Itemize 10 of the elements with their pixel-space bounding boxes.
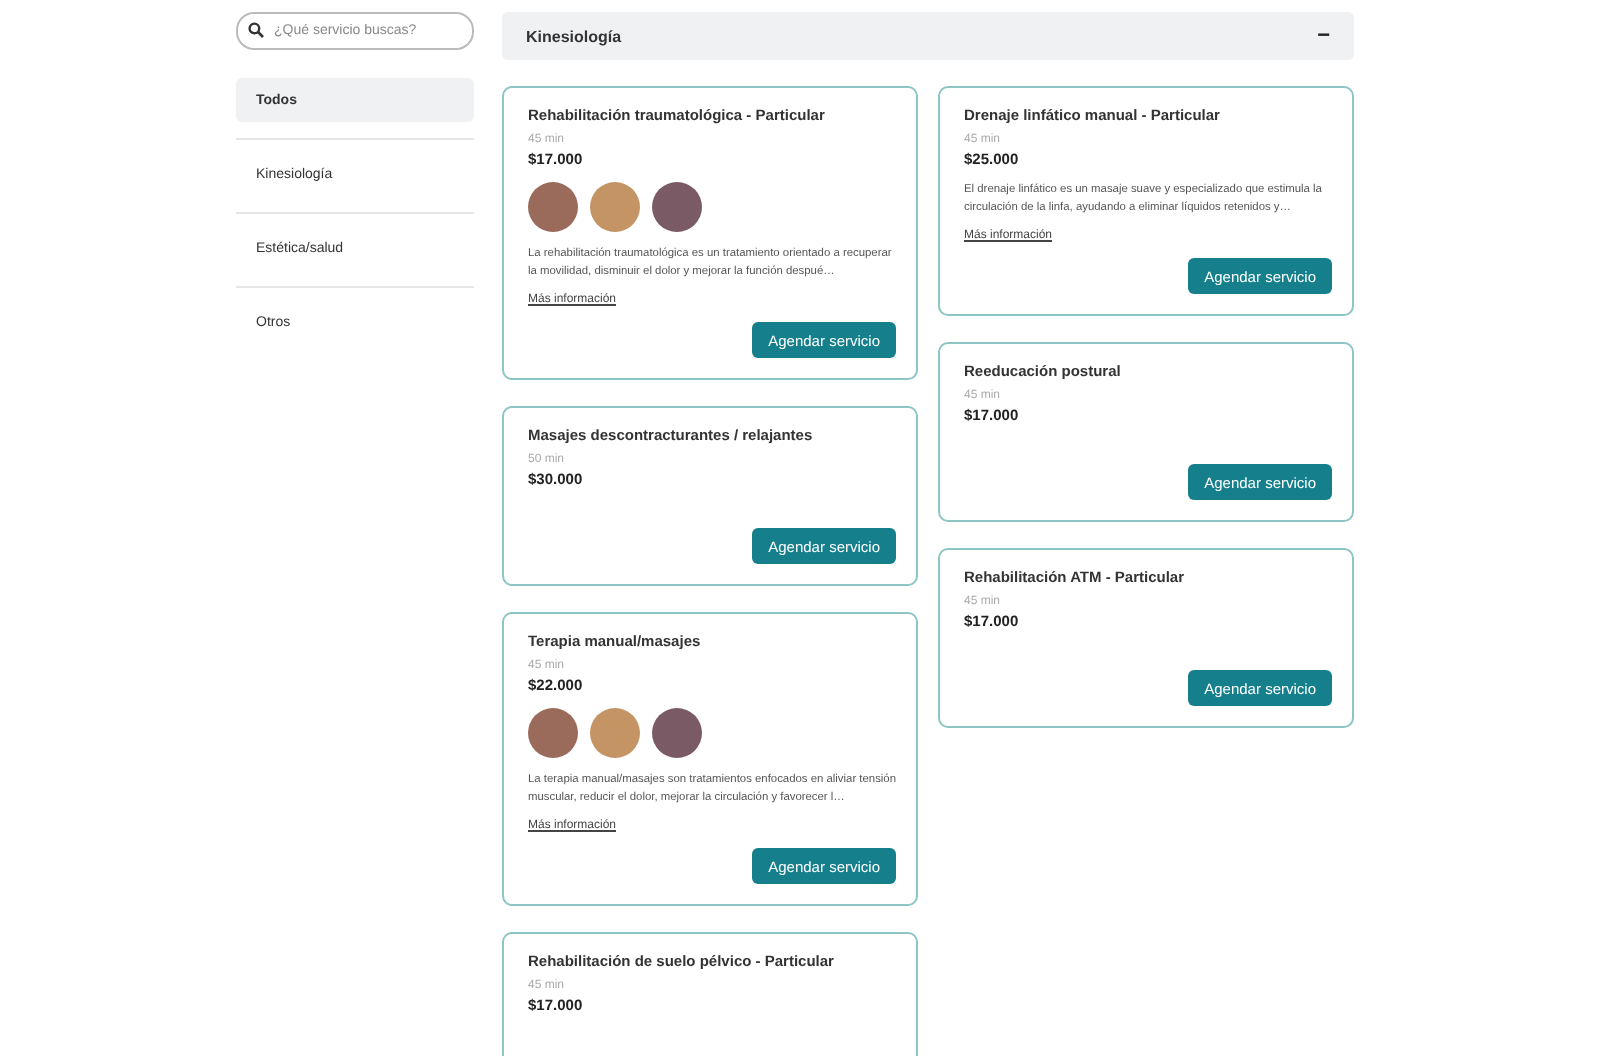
photo-placeholder bbox=[590, 708, 640, 758]
photo-placeholder bbox=[590, 182, 640, 232]
photo-placeholder bbox=[528, 182, 578, 232]
collapse-toggle[interactable]: − bbox=[1317, 24, 1330, 48]
photo-placeholder bbox=[652, 182, 702, 232]
search-icon bbox=[248, 22, 264, 38]
section-title: Kinesiología bbox=[526, 27, 622, 45]
section-header[interactable]: Kinesiología − bbox=[502, 12, 1354, 60]
photo-placeholder bbox=[528, 708, 578, 758]
photo-placeholder bbox=[652, 708, 702, 758]
